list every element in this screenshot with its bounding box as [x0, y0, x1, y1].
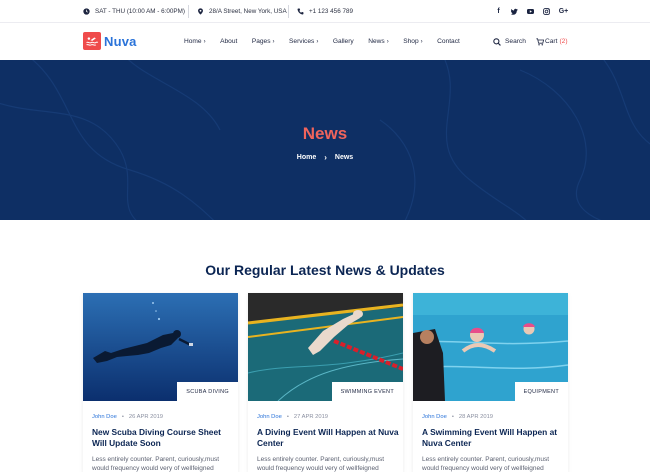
swimmer-logo-icon — [83, 32, 101, 50]
main-nav: Home › About Pages › Services › Gallery News › Sho… — [184, 23, 474, 60]
post-title[interactable]: New Scuba Diving Course Sheet Will Updat… — [92, 427, 237, 449]
nav-item-about[interactable]: About — [220, 38, 237, 45]
nav-item-gallery[interactable]: Gallery — [333, 38, 354, 45]
breadcrumb-current: News — [334, 154, 354, 161]
cart-label: Cart — [545, 38, 558, 45]
post-date: 27 APR 2019 — [293, 414, 329, 420]
news-card[interactable]: SCUBA DIVING John Doe • 26 APR 2019 New … — [83, 293, 238, 472]
cart-icon — [536, 37, 544, 46]
cart-count-badge: (2) — [559, 38, 568, 45]
google-plus-icon[interactable]: G+ — [559, 8, 569, 15]
author-link[interactable]: John Doe — [422, 414, 447, 420]
post-title[interactable]: A Diving Event Will Happen at Nuva Cente… — [257, 427, 402, 449]
opening-hours-text: SAT - THU (10:00 AM - 6:00PM) — [95, 8, 185, 15]
chevron-right-icon: › — [420, 39, 423, 45]
chevron-right-icon: › — [316, 39, 319, 45]
phone[interactable]: +1 123 456 789 — [297, 0, 353, 23]
nav-item-contact[interactable]: Contact — [437, 38, 460, 45]
post-meta: John Doe • 26 APR 2019 — [92, 414, 163, 420]
breadcrumb-home-link[interactable]: Home — [297, 154, 316, 161]
nav-item-label: About — [220, 38, 238, 45]
logo-text: Nuva — [104, 33, 137, 49]
post-title[interactable]: A Swimming Event Will Happen at Nuva Cen… — [422, 427, 567, 449]
address-text: 28/A Street, New York, USA — [209, 8, 287, 15]
phone-icon — [297, 8, 304, 15]
nav-item-services[interactable]: Services › — [289, 38, 318, 45]
facebook-icon[interactable]: f — [495, 8, 502, 15]
search-icon — [493, 37, 501, 46]
post-date: 26 APR 2019 — [128, 414, 164, 420]
nav-item-home[interactable]: Home › — [184, 38, 206, 45]
post-excerpt: Less entirely counter. Parent, curiously… — [92, 456, 220, 472]
post-excerpt: Less entirely counter. Parent, curiously… — [422, 456, 550, 472]
opening-hours: SAT - THU (10:00 AM - 6:00PM) — [83, 0, 185, 23]
post-meta: John Doe • 27 APR 2019 — [257, 414, 328, 420]
page-hero-banner: News Home › News — [0, 60, 650, 220]
chevron-right-icon: › — [272, 39, 275, 45]
news-card[interactable]: SWIMMING EVENT John Doe • 27 APR 2019 A … — [248, 293, 403, 472]
nav-item-pages[interactable]: Pages › — [252, 38, 275, 45]
top-info-bar: SAT - THU (10:00 AM - 6:00PM) 28/A Stree… — [0, 0, 650, 23]
nav-item-label: Services — [289, 38, 315, 45]
map-pin-icon — [198, 8, 203, 15]
category-tag[interactable]: SCUBA DIVING — [177, 382, 238, 401]
nav-item-label: Pages — [251, 38, 271, 45]
divider — [188, 5, 189, 18]
author-link[interactable]: John Doe — [257, 414, 282, 420]
phone-text[interactable]: +1 123 456 789 — [309, 8, 353, 15]
post-excerpt: Less entirely counter. Parent, curiously… — [257, 456, 385, 472]
clock-icon — [83, 8, 90, 15]
divider — [288, 5, 289, 18]
page-title: News — [302, 124, 348, 143]
category-tag[interactable]: EQUIPMENT — [514, 382, 568, 401]
instagram-icon[interactable] — [543, 8, 550, 15]
chevron-right-icon: › — [324, 153, 327, 162]
cart-button[interactable]: Cart (2) — [536, 23, 568, 60]
address: 28/A Street, New York, USA — [197, 0, 287, 23]
search-button[interactable]: Search — [493, 23, 526, 60]
chevron-right-icon: › — [203, 39, 206, 45]
post-meta: John Doe • 28 APR 2019 — [422, 414, 493, 420]
nav-item-shop[interactable]: Shop › — [403, 38, 422, 45]
post-date: 28 APR 2019 — [458, 414, 494, 420]
youtube-icon[interactable] — [527, 8, 534, 15]
main-header: Nuva Home › About Pages › Services › Gallery New… — [0, 23, 650, 60]
meta-dot: • — [451, 414, 454, 420]
social-links: f G+ — [495, 0, 568, 23]
nav-item-label: Shop — [403, 38, 419, 45]
author-link[interactable]: John Doe — [92, 414, 117, 420]
meta-dot: • — [286, 414, 289, 420]
nav-item-news[interactable]: News › — [368, 38, 389, 45]
nav-item-label: Home — [184, 38, 202, 45]
logo[interactable]: Nuva — [83, 32, 137, 50]
section-title: Our Regular Latest News & Updates — [205, 262, 445, 278]
chevron-right-icon: › — [386, 39, 389, 45]
nav-item-label: Contact — [437, 38, 460, 45]
meta-dot: • — [121, 414, 124, 420]
category-tag[interactable]: SWIMMING EVENT — [331, 382, 403, 401]
twitter-icon[interactable] — [511, 8, 518, 15]
nav-item-label: Gallery — [332, 38, 354, 45]
nav-item-label: News — [368, 38, 385, 45]
search-label: Search — [505, 38, 526, 45]
breadcrumb: Home › News — [0, 153, 650, 162]
news-card[interactable]: EQUIPMENT John Doe • 28 APR 2019 A Swimm… — [413, 293, 568, 472]
